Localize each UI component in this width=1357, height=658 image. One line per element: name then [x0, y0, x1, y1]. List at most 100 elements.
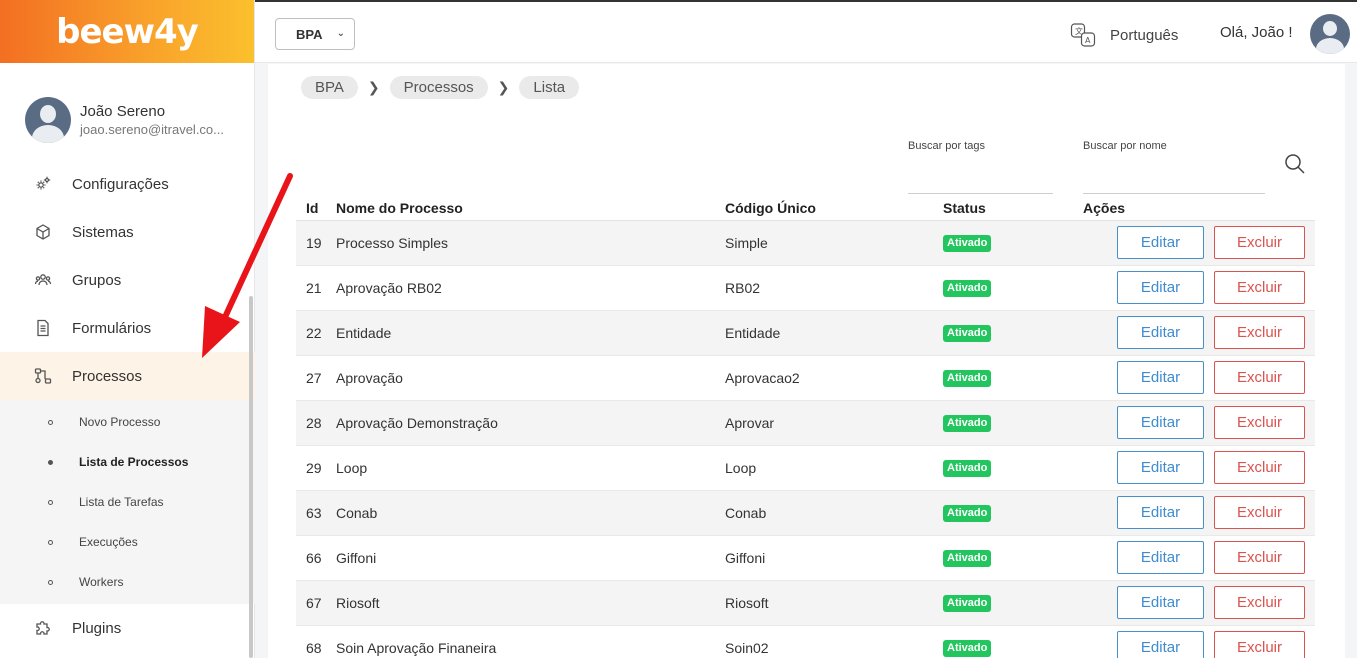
user-avatar-button[interactable] — [1310, 14, 1350, 54]
cell-actions: Editar Excluir — [1063, 400, 1315, 446]
cell-status: Ativado — [943, 490, 1063, 536]
edit-button[interactable]: Editar — [1117, 451, 1204, 484]
edit-button[interactable]: Editar — [1117, 361, 1204, 394]
cell-code: RB02 — [725, 265, 943, 311]
sidebar-item-sistemas[interactable]: Sistemas — [0, 208, 255, 256]
cell-id: 66 — [296, 535, 336, 581]
cell-code: Conab — [725, 490, 943, 536]
sidebar-item-configuracoes[interactable]: Configurações — [0, 160, 255, 208]
bullet-icon — [48, 539, 53, 545]
delete-button[interactable]: Excluir — [1214, 361, 1305, 394]
submenu-item-lista-de-tarefas[interactable]: Lista de Tarefas — [0, 482, 255, 522]
cell-id: 67 — [296, 580, 336, 626]
delete-button[interactable]: Excluir — [1214, 226, 1305, 259]
sidebar-nav: Configurações Sistemas Grupos Formulário… — [0, 160, 255, 652]
table-row: 22 Entidade Entidade Ativado Editar Excluir — [296, 310, 1315, 356]
cell-code: Aprovar — [725, 400, 943, 446]
cube-icon — [34, 223, 52, 241]
delete-button[interactable]: Excluir — [1214, 271, 1305, 304]
submenu-item-workers[interactable]: Workers — [0, 562, 255, 602]
edit-button[interactable]: Editar — [1117, 271, 1204, 304]
status-badge: Ativado — [943, 325, 992, 342]
search-name-label: Buscar por nome — [1083, 140, 1167, 152]
delete-button[interactable]: Excluir — [1214, 541, 1305, 574]
search-name-input[interactable] — [1083, 162, 1265, 194]
cell-actions: Editar Excluir — [1063, 580, 1315, 626]
delete-button[interactable]: Excluir — [1214, 316, 1305, 349]
cell-name: Aprovação — [336, 355, 725, 401]
edit-button[interactable]: Editar — [1117, 316, 1204, 349]
table-row: 67 Riosoft Riosoft Ativado Editar Excluir — [296, 580, 1315, 626]
bullet-icon — [48, 579, 53, 585]
delete-button[interactable]: Excluir — [1214, 631, 1305, 658]
breadcrumb-item-processos[interactable]: Processos — [389, 76, 488, 99]
submenu-item-execucoes[interactable]: Execuções — [0, 522, 255, 562]
sidebar: beew4y João Sereno joao.sereno@itravel.c… — [0, 0, 255, 658]
submenu-item-label: Execuções — [79, 535, 138, 549]
column-header-name: Nome do Processo — [336, 195, 725, 221]
logo-bar: beew4y — [0, 0, 254, 63]
cell-name: Entidade — [336, 310, 725, 356]
sidebar-item-plugins[interactable]: Plugins — [0, 604, 255, 652]
edit-button[interactable]: Editar — [1117, 406, 1204, 439]
language-selector[interactable]: 文A Português — [1070, 22, 1178, 48]
cell-name: Aprovação Demonstração — [336, 400, 725, 446]
column-header-code: Código Único — [725, 195, 943, 221]
status-badge: Ativado — [943, 550, 992, 567]
table-row: 63 Conab Conab Ativado Editar Excluir — [296, 490, 1315, 536]
chevron-right-icon: ❯ — [367, 79, 380, 95]
table-row: 21 Aprovação RB02 RB02 Ativado Editar Excluir — [296, 265, 1315, 311]
edit-button[interactable]: Editar — [1117, 496, 1204, 529]
delete-button[interactable]: Excluir — [1214, 496, 1305, 529]
cell-actions: Editar Excluir — [1063, 355, 1315, 401]
table-row: 28 Aprovação Demonstração Aprovar Ativado Ed… — [296, 400, 1315, 446]
cell-status: Ativado — [943, 445, 1063, 491]
status-badge: Ativado — [943, 235, 992, 252]
search-tags-label: Buscar por tags — [908, 140, 986, 152]
sidebar-item-label: Grupos — [72, 271, 122, 289]
processos-submenu: Novo Processo Lista de Processos Lista d… — [0, 400, 255, 604]
cell-actions: Editar Excluir — [1063, 220, 1315, 266]
cell-id: 68 — [296, 625, 336, 658]
sidebar-item-processos[interactable]: Processos — [0, 352, 255, 400]
sidebar-item-formularios[interactable]: Formulários — [0, 304, 255, 352]
edit-button[interactable]: Editar — [1117, 586, 1204, 619]
language-label: Português — [1110, 26, 1179, 44]
chevron-down-icon: ⌄ — [336, 28, 345, 39]
sidebar-item-grupos[interactable]: Grupos — [0, 256, 255, 304]
breadcrumb-item-lista: Lista — [519, 76, 580, 99]
edit-button[interactable]: Editar — [1117, 541, 1204, 574]
workspace-select-value: BPA — [296, 26, 323, 42]
cell-code: Giffoni — [725, 535, 943, 581]
cell-status: Ativado — [943, 400, 1063, 446]
delete-button[interactable]: Excluir — [1214, 406, 1305, 439]
workspace-select[interactable]: BPA ⌄ — [275, 18, 355, 50]
user-profile[interactable]: João Sereno joao.sereno@itravel.co... — [25, 97, 224, 143]
logo[interactable]: beew4y — [56, 12, 199, 52]
avatar — [25, 97, 71, 143]
profile-email: joao.sereno@itravel.co... — [80, 122, 224, 137]
breadcrumb-item-bpa[interactable]: BPA — [301, 76, 358, 99]
search-icon[interactable] — [1283, 152, 1307, 176]
cell-id: 27 — [296, 355, 336, 401]
submenu-item-novo-processo[interactable]: Novo Processo — [0, 402, 255, 442]
process-table: Id Nome do Processo Código Único Status … — [296, 195, 1315, 658]
delete-button[interactable]: Excluir — [1214, 586, 1305, 619]
cell-code: Riosoft — [725, 580, 943, 626]
sidebar-scrollbar[interactable] — [249, 296, 253, 658]
cell-id: 28 — [296, 400, 336, 446]
cell-id: 21 — [296, 265, 336, 311]
cell-code: Loop — [725, 445, 943, 491]
edit-button[interactable]: Editar — [1117, 226, 1204, 259]
cell-code: Simple — [725, 220, 943, 266]
submenu-item-label: Lista de Tarefas — [79, 495, 164, 509]
cell-actions: Editar Excluir — [1063, 490, 1315, 536]
status-badge: Ativado — [943, 640, 992, 657]
edit-button[interactable]: Editar — [1117, 631, 1204, 658]
delete-button[interactable]: Excluir — [1214, 451, 1305, 484]
submenu-item-label: Workers — [79, 575, 124, 589]
submenu-item-lista-de-processos[interactable]: Lista de Processos — [0, 442, 255, 482]
cell-status: Ativado — [943, 535, 1063, 581]
status-badge: Ativado — [943, 460, 992, 477]
search-tags-input[interactable] — [908, 162, 1053, 194]
